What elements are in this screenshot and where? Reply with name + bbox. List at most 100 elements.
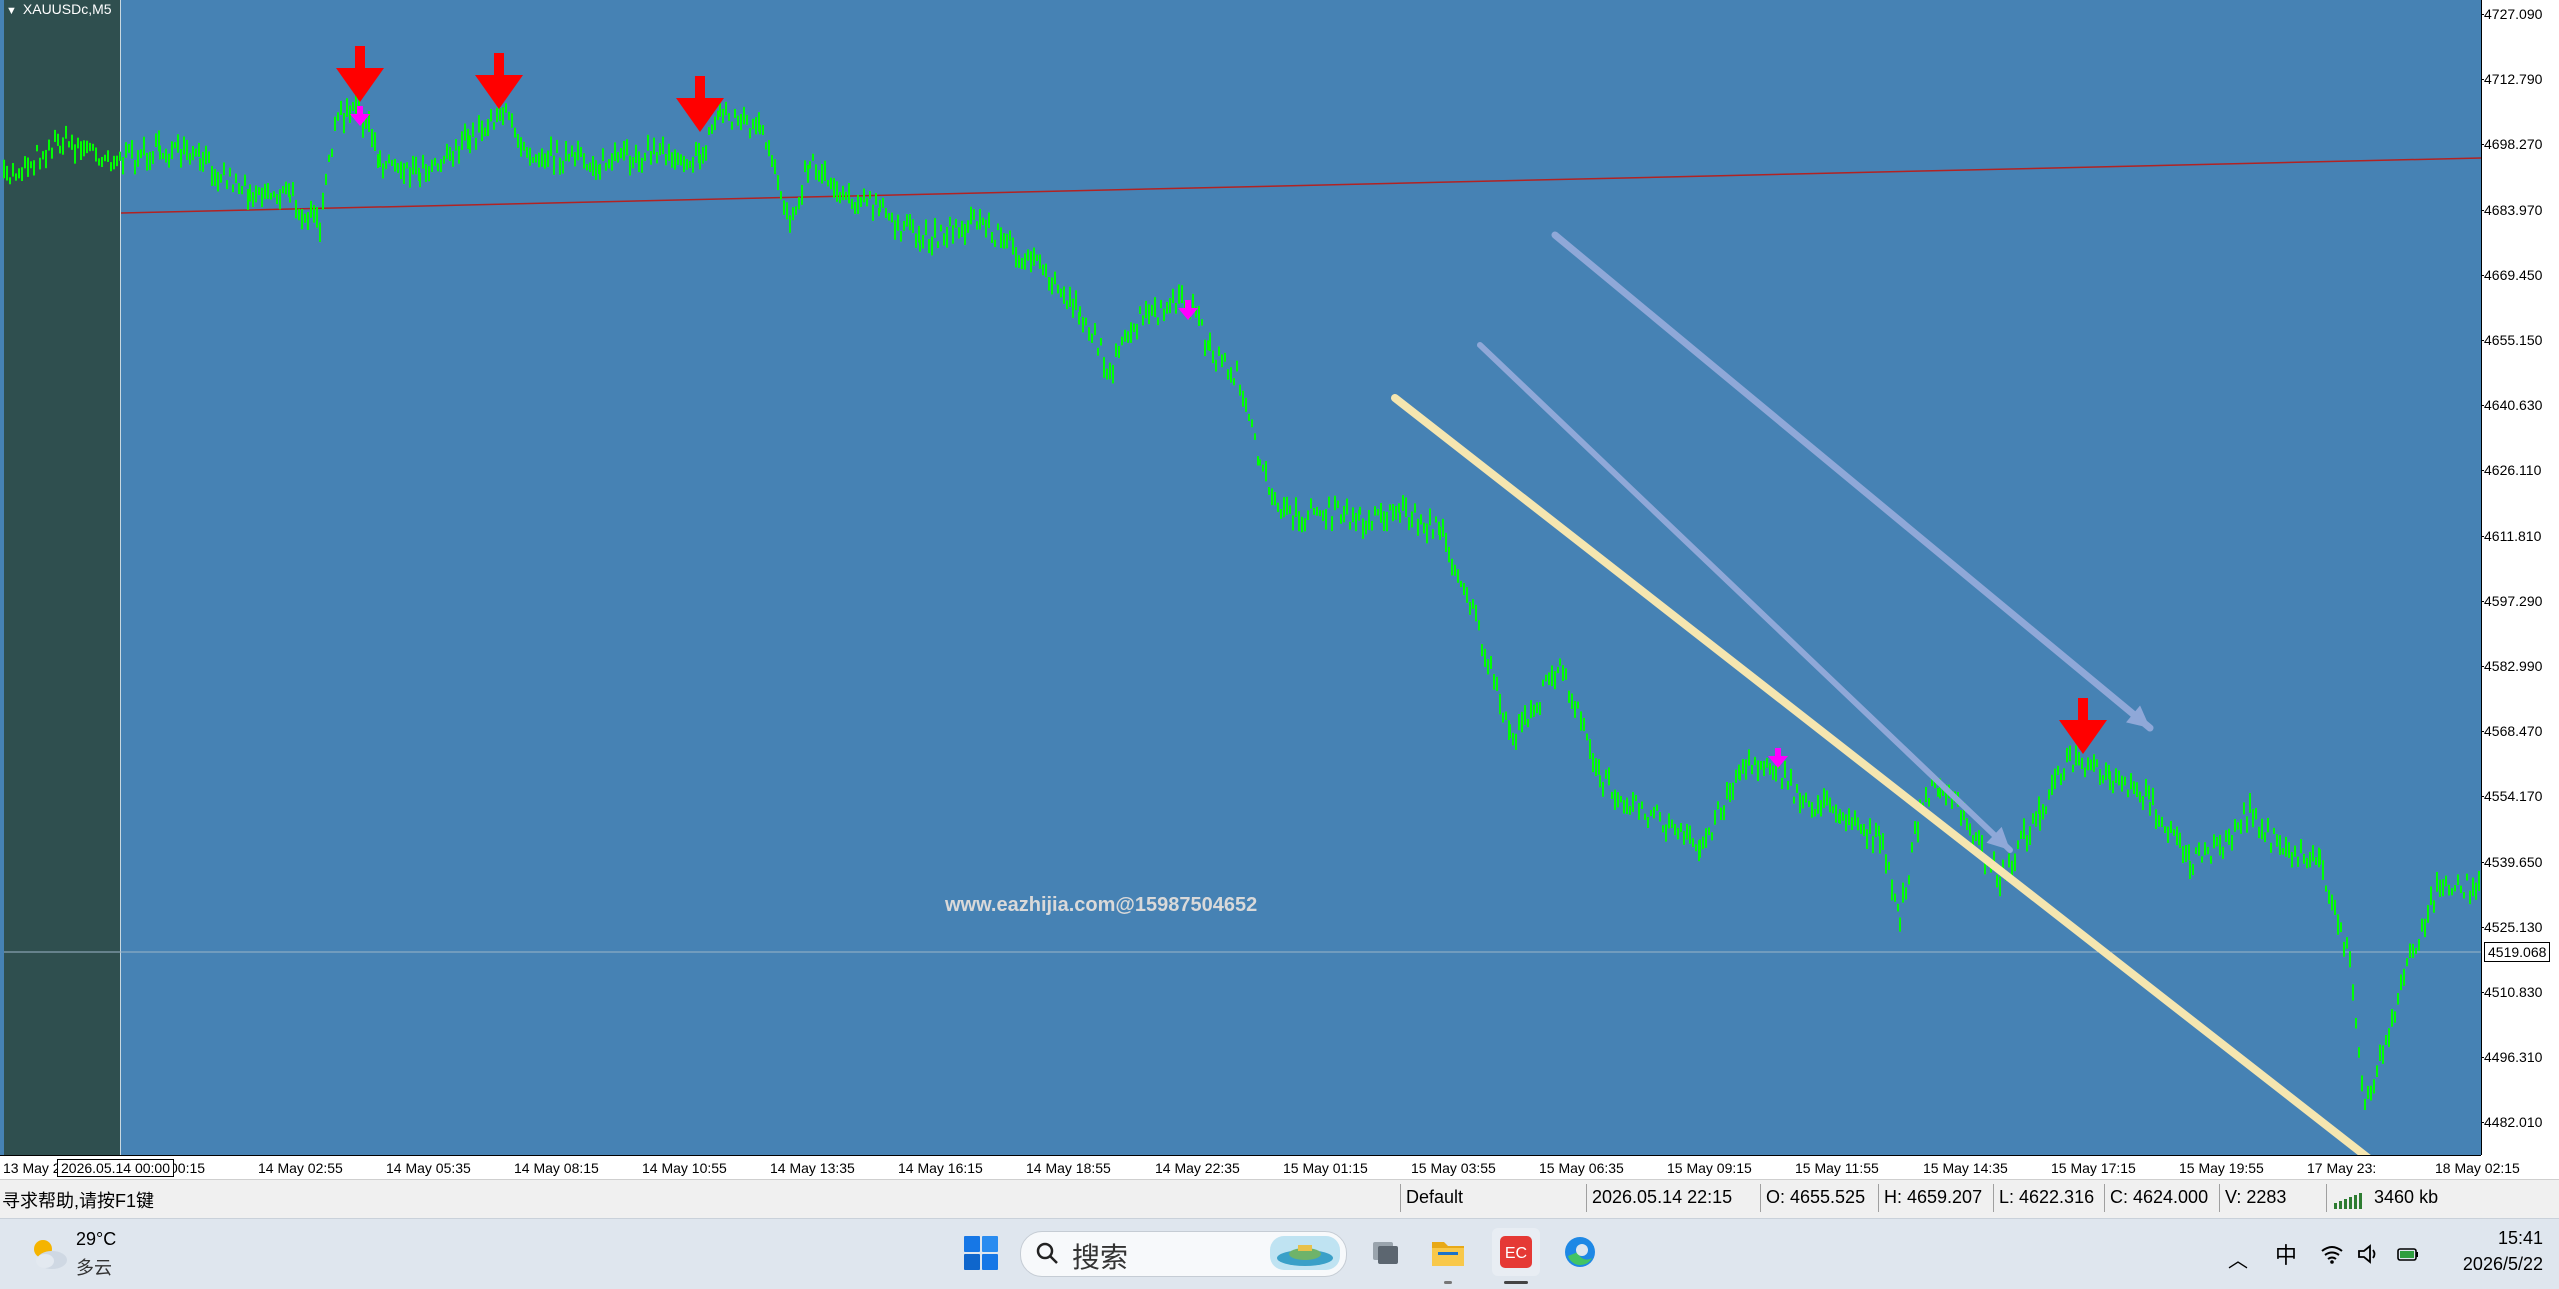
task-view-button[interactable] <box>1361 1228 1409 1276</box>
wifi-icon[interactable] <box>2320 1243 2344 1265</box>
symbol-label[interactable]: ▼ XAUUSDc,M5 <box>6 1 112 17</box>
status-separator <box>1400 1184 1401 1212</box>
ime-indicator[interactable]: 中 <box>2275 1238 2297 1270</box>
status-separator <box>2326 1184 2327 1212</box>
sell-signal-arrow-icon <box>475 53 523 109</box>
help-hint: 寻求帮助,请按F1键 <box>2 1191 155 1211</box>
status-bar: 寻求帮助,请按F1键 Default 2026.05.14 22:15 O: 4… <box>0 1179 2559 1218</box>
tray-overflow-chevron-icon[interactable]: ︿ <box>2228 1244 2248 1273</box>
current-price-label: 4519.068 <box>2484 942 2551 962</box>
bar-datetime: 2026.05.14 22:15 <box>1592 1187 1733 1207</box>
annotation-arrow-cream-shaft <box>1391 394 2371 1155</box>
clock-date[interactable]: 2026/5/22 <box>2448 1254 2543 1275</box>
annotation-arrow-cream <box>1391 394 2371 1155</box>
time-axis-tick: 15 May 01:15 <box>1283 1160 1368 1176</box>
price-axis-tick: 4510.830 <box>2480 984 2543 1000</box>
time-axis-tick: 14 May 02:55 <box>258 1160 343 1176</box>
time-axis-tick: 15 May 09:15 <box>1667 1160 1752 1176</box>
volume-icon[interactable] <box>2356 1243 2380 1265</box>
weather-cloud-sun-icon[interactable] <box>28 1236 70 1272</box>
annotation-arrow-upper <box>1551 231 2154 732</box>
task-view-icon <box>1373 1242 1398 1264</box>
price-axis-tick: 4669.450 <box>2480 266 2543 283</box>
time-axis-tick: 15 May 06:35 <box>1539 1160 1624 1176</box>
time-axis-tick: 15 May 19:55 <box>2179 1160 2264 1176</box>
chart-canvas <box>3 46 2481 1155</box>
time-axis-tick: 14 May 22:35 <box>1155 1160 1240 1176</box>
price-axis-tick: 4525.130 <box>2480 918 2543 935</box>
time-axis-tick: 00:15 <box>170 1160 206 1176</box>
symbol-name: XAUUSDc,M5 <box>22 1 112 17</box>
price-axis-tick: 4655.150 <box>2480 332 2543 348</box>
bar-high: H: 4659.207 <box>1884 1187 1983 1207</box>
folder-icon <box>1432 1242 1464 1266</box>
search-placeholder[interactable]: 搜索 <box>1072 1236 1128 1276</box>
time-axis-tick: 14 May 10:55 <box>642 1160 727 1176</box>
status-separator <box>2219 1184 2220 1212</box>
dropdown-triangle-icon[interactable]: ▼ <box>6 5 17 17</box>
price-axis[interactable]: 4727.090 4712.790 4698.270 4683.970 4669.450… <box>2480 0 2559 1155</box>
time-axis-tick: 14 May 18:55 <box>1026 1160 1111 1176</box>
time-axis[interactable]: 13 May 2 00:15 14 May 02:55 14 May 05:35 14 … <box>0 1155 2520 1179</box>
status-separator <box>1586 1184 1587 1212</box>
time-axis-tick: 15 May 17:15 <box>2051 1160 2136 1176</box>
bar-open: O: 4655.525 <box>1766 1187 1866 1207</box>
sell-signal-arrow-icon <box>336 46 384 102</box>
edge-browser-icon <box>1565 1237 1595 1267</box>
svg-text:EC: EC <box>1505 1245 1527 1262</box>
traffic-value: 3460 <box>2374 1187 2415 1207</box>
weather-temperature[interactable]: 29°C <box>76 1229 116 1250</box>
time-axis-tick: 14 May 13:35 <box>770 1160 855 1176</box>
battery-charging-icon[interactable] <box>2396 1243 2420 1265</box>
windows-start-icon[interactable] <box>963 1235 999 1271</box>
sell-signal-arrow-icon <box>2059 698 2107 754</box>
annotation-arrow-upper-shaft <box>1551 231 2154 732</box>
app-active-indicator <box>1504 1281 1528 1284</box>
chart-window[interactable]: ▼ XAUUSDc,M5 www.eazhijia.com@15987504652… <box>0 0 2559 1179</box>
clock-time[interactable]: 15:41 <box>2493 1228 2543 1249</box>
price-axis-tick: 4496.310 <box>2480 1049 2543 1066</box>
search-highlight-image-icon <box>1270 1236 1340 1270</box>
sell-signal-arrow-head <box>676 98 724 132</box>
price-axis-tick: 4683.970 <box>2480 201 2543 218</box>
price-axis-tick: 4712.790 <box>2480 71 2543 88</box>
ec-terminal-button[interactable]: EC <box>1492 1228 1540 1276</box>
price-axis-tick: 4539.650 <box>2480 853 2543 870</box>
time-crosshair-label: 2026.05.14 00:00 <box>57 1159 174 1177</box>
time-axis-tick: 18 May 02:15 <box>2435 1160 2520 1176</box>
price-chart[interactable]: ▼ XAUUSDc,M5 www.eazhijia.com@15987504652 <box>0 0 2481 1155</box>
edge-browser-button[interactable] <box>1556 1228 1604 1276</box>
price-axis-tick: 4554.170 <box>2480 788 2543 805</box>
time-axis-tick: 15 May 11:55 <box>1795 1160 1879 1176</box>
connection-status-icon[interactable] <box>2332 1191 2368 1209</box>
time-axis-tick: 15 May 03:55 <box>1411 1160 1496 1176</box>
time-axis-tick: 14 May 08:15 <box>514 1160 599 1176</box>
price-axis-tick: 4640.630 <box>2480 397 2543 414</box>
bar-close: C: 4624.000 <box>2110 1187 2209 1207</box>
app-running-indicator <box>1444 1281 1452 1284</box>
price-axis-tick: 4582.990 <box>2480 658 2543 674</box>
time-axis-tick: 17 May 23: <box>2307 1160 2377 1176</box>
time-axis-tick: 14 May 16:15 <box>898 1160 983 1176</box>
trendline <box>120 157 2481 214</box>
price-axis-tick: 4727.090 <box>2480 6 2543 22</box>
time-axis-tick: 13 May 2 <box>3 1160 61 1176</box>
status-separator <box>1878 1184 1879 1212</box>
ec-app-icon: EC <box>1500 1236 1532 1268</box>
bar-volume: V: 2283 <box>2225 1187 2287 1207</box>
time-axis-tick: 14 May 05:35 <box>386 1160 471 1176</box>
weather-description[interactable]: 多云 <box>76 1254 112 1280</box>
price-axis-tick: 4626.110 <box>2480 462 2542 479</box>
price-axis-tick: 4698.270 <box>2480 136 2543 153</box>
search-icon <box>1036 1242 1058 1264</box>
traffic-counter[interactable]: 3460 kb <box>2374 1187 2438 1208</box>
file-explorer-button[interactable] <box>1424 1228 1472 1276</box>
watermark: www.eazhijia.com@15987504652 <box>945 894 1258 916</box>
status-separator <box>2104 1184 2105 1212</box>
traffic-unit: kb <box>2419 1187 2439 1207</box>
annotation-arrows <box>1391 231 2371 1155</box>
sell-signal-arrow-head <box>475 75 523 109</box>
profile-name[interactable]: Default <box>1406 1187 1463 1208</box>
price-axis-tick: 4568.470 <box>2480 723 2543 740</box>
status-separator <box>1993 1184 1994 1212</box>
